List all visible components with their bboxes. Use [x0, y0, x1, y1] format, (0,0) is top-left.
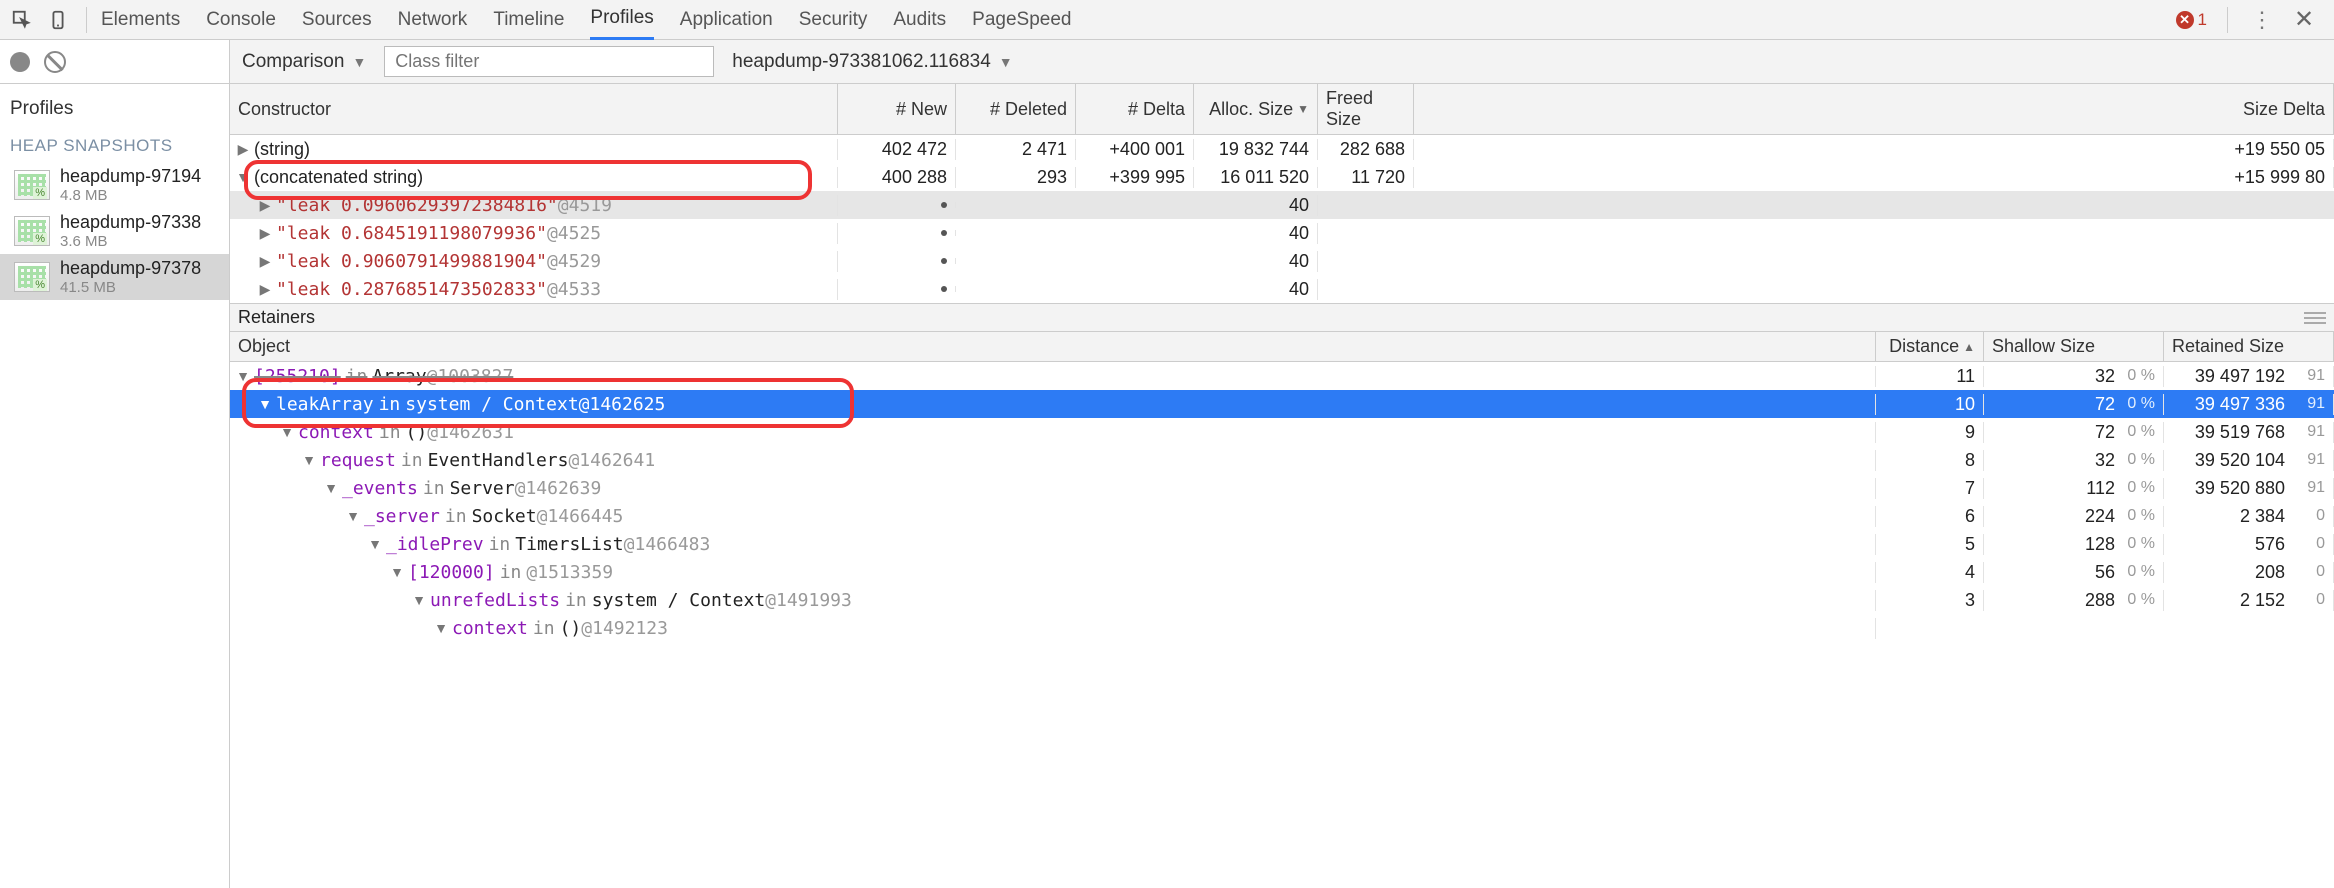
tree-toggle-icon[interactable]: ▼	[434, 620, 448, 636]
snapshot-size: 3.6 MB	[60, 233, 201, 250]
retainer-row[interactable]: ▼ unrefedLists in system / Context @1491…	[230, 586, 2334, 614]
sidebar-title: Profiles	[0, 84, 229, 130]
retainer-row[interactable]: ▼ [255210] in Array @1003827 11 320 % 39…	[230, 362, 2334, 390]
snapshot-item[interactable]: heapdump-97338 3.6 MB	[0, 208, 229, 254]
snapshot-item[interactable]: heapdump-97378 41.5 MB	[0, 254, 229, 300]
col-constructor[interactable]: Constructor	[230, 84, 838, 134]
tab-application[interactable]: Application	[680, 1, 773, 39]
retainer-row[interactable]: ▼ context in () @1492123	[230, 614, 2334, 642]
tree-toggle-icon[interactable]: ▼	[390, 564, 404, 580]
separator	[2227, 7, 2228, 33]
col-object[interactable]: Object	[230, 332, 1876, 361]
tree-toggle-icon[interactable]: ▼	[302, 452, 316, 468]
separator	[86, 7, 87, 33]
tree-toggle-icon[interactable]: ▼	[346, 508, 360, 524]
class-filter-input[interactable]	[384, 46, 714, 77]
view-mode-dropdown[interactable]: Comparison ▼	[242, 51, 366, 73]
tab-network[interactable]: Network	[398, 1, 468, 39]
tree-toggle-icon[interactable]: ▼	[280, 424, 294, 440]
col-deleted[interactable]: # Deleted	[956, 84, 1076, 134]
retainer-row[interactable]: ▼ _server in Socket @1466445 6 2240 % 2 …	[230, 502, 2334, 530]
tree-toggle-icon[interactable]: ▶	[258, 281, 272, 298]
profiles-sidebar: Profiles HEAP SNAPSHOTS heapdump-97194 4…	[0, 40, 230, 888]
table-row[interactable]: ▶"leak 0.09606293972384816" @4519 40	[230, 191, 2334, 219]
tree-toggle-icon[interactable]: ▶	[236, 141, 250, 158]
snapshot-icon	[14, 262, 50, 292]
retainers-table-header: Object Distance▲ Shallow Size Retained S…	[230, 332, 2334, 362]
col-delta[interactable]: # Delta	[1076, 84, 1194, 134]
tree-toggle-icon[interactable]: ▼	[258, 396, 272, 412]
snapshot-icon	[14, 216, 50, 246]
record-button[interactable]	[10, 52, 30, 72]
retainer-row[interactable]: ▼ _idlePrev in TimersList @1466483 5 128…	[230, 530, 2334, 558]
tree-toggle-icon[interactable]: ▼	[324, 480, 338, 496]
retainers-header: Retainers	[230, 303, 2334, 332]
table-row[interactable]: ▶"leak 0.2876851473502833" @4533 40	[230, 275, 2334, 303]
col-shallow[interactable]: Shallow Size	[1984, 332, 2164, 361]
kebab-menu-icon[interactable]: ⋮	[2248, 6, 2276, 34]
tab-audits[interactable]: Audits	[893, 1, 946, 39]
col-size-delta[interactable]: Size Delta	[1414, 84, 2334, 134]
col-freed-size[interactable]: Freed Size	[1318, 84, 1414, 134]
tree-toggle-icon[interactable]: ▶	[258, 197, 272, 214]
table-row[interactable]: ▼(concatenated string) 400 288 293 +399 …	[230, 163, 2334, 191]
error-icon: ✕	[2176, 11, 2194, 29]
sidebar-section-label: HEAP SNAPSHOTS	[0, 130, 229, 162]
col-retained[interactable]: Retained Size	[2164, 332, 2334, 361]
tab-timeline[interactable]: Timeline	[493, 1, 564, 39]
tab-console[interactable]: Console	[206, 1, 276, 39]
retainers-title: Retainers	[238, 307, 315, 328]
tree-toggle-icon[interactable]: ▶	[258, 225, 272, 242]
tab-profiles[interactable]: Profiles	[590, 0, 653, 40]
snapshot-size: 4.8 MB	[60, 187, 201, 204]
retainers-table-body: ▼ [255210] in Array @1003827 11 320 % 39…	[230, 362, 2334, 888]
clear-button[interactable]	[44, 51, 66, 73]
snapshot-size: 41.5 MB	[60, 279, 201, 296]
snapshot-item[interactable]: heapdump-97194 4.8 MB	[0, 162, 229, 208]
device-icon[interactable]	[44, 6, 72, 34]
snapshot-name: heapdump-97338	[60, 212, 201, 233]
tab-security[interactable]: Security	[799, 1, 868, 39]
col-new[interactable]: # New	[838, 84, 956, 134]
devtools-toolbar: Elements Console Sources Network Timeline Pro…	[0, 0, 2334, 40]
snapshot-name: heapdump-97194	[60, 166, 201, 187]
retainer-row[interactable]: ▼ context in () @1462631 9 720 % 39 519 …	[230, 418, 2334, 446]
chevron-down-icon: ▼	[352, 54, 366, 70]
error-badge[interactable]: ✕ 1	[2176, 10, 2207, 30]
constructor-table-header: Constructor # New # Deleted # Delta Allo…	[230, 84, 2334, 135]
tab-elements[interactable]: Elements	[101, 1, 180, 39]
error-count: 1	[2198, 10, 2207, 30]
retainers-menu-icon[interactable]	[2304, 307, 2326, 328]
tree-toggle-icon[interactable]: ▼	[236, 169, 250, 185]
col-alloc-size[interactable]: Alloc. Size▼	[1194, 84, 1318, 134]
compare-dropdown[interactable]: heapdump-973381062.116834 ▼	[732, 51, 1012, 73]
panel-tabs: Elements Console Sources Network Timeline Pro…	[101, 0, 2168, 40]
compare-label: heapdump-973381062.116834	[732, 51, 991, 73]
tree-toggle-icon[interactable]: ▼	[412, 592, 426, 608]
view-mode-label: Comparison	[242, 51, 344, 73]
snapshot-icon	[14, 170, 50, 200]
sort-asc-icon: ▲	[1963, 340, 1975, 354]
col-distance[interactable]: Distance▲	[1876, 332, 1984, 361]
table-row[interactable]: ▶"leak 0.6845191198079936" @4525 40	[230, 219, 2334, 247]
table-row[interactable]: ▶"leak 0.9060791499881904" @4529 40	[230, 247, 2334, 275]
chevron-down-icon: ▼	[999, 54, 1013, 70]
tree-toggle-icon[interactable]: ▼	[236, 368, 250, 384]
tab-sources[interactable]: Sources	[302, 1, 372, 39]
snapshot-name: heapdump-97378	[60, 258, 201, 279]
tab-pagespeed[interactable]: PageSpeed	[972, 1, 1071, 39]
sort-desc-icon: ▼	[1297, 102, 1309, 116]
retainer-row[interactable]: ▼ _events in Server @1462639 7 1120 % 39…	[230, 474, 2334, 502]
table-row[interactable]: ▶(string) 402 472 2 471 +400 001 19 832 …	[230, 135, 2334, 163]
filter-bar: Comparison ▼ heapdump-973381062.116834 ▼	[230, 40, 2334, 84]
retainer-row[interactable]: ▼ request in EventHandlers @1462641 8 32…	[230, 446, 2334, 474]
retainer-row[interactable]: ▼ [120000] in @1513359 4 560 % 2080	[230, 558, 2334, 586]
constructor-table-body: ▶(string) 402 472 2 471 +400 001 19 832 …	[230, 135, 2334, 303]
content-pane: Comparison ▼ heapdump-973381062.116834 ▼…	[230, 40, 2334, 888]
tree-toggle-icon[interactable]: ▼	[368, 536, 382, 552]
close-icon[interactable]: ✕	[2290, 6, 2318, 34]
inspect-icon[interactable]	[8, 6, 36, 34]
tree-toggle-icon[interactable]: ▶	[258, 253, 272, 270]
retainer-row[interactable]: ▼ leakArray in system / Context @1462625…	[230, 390, 2334, 418]
